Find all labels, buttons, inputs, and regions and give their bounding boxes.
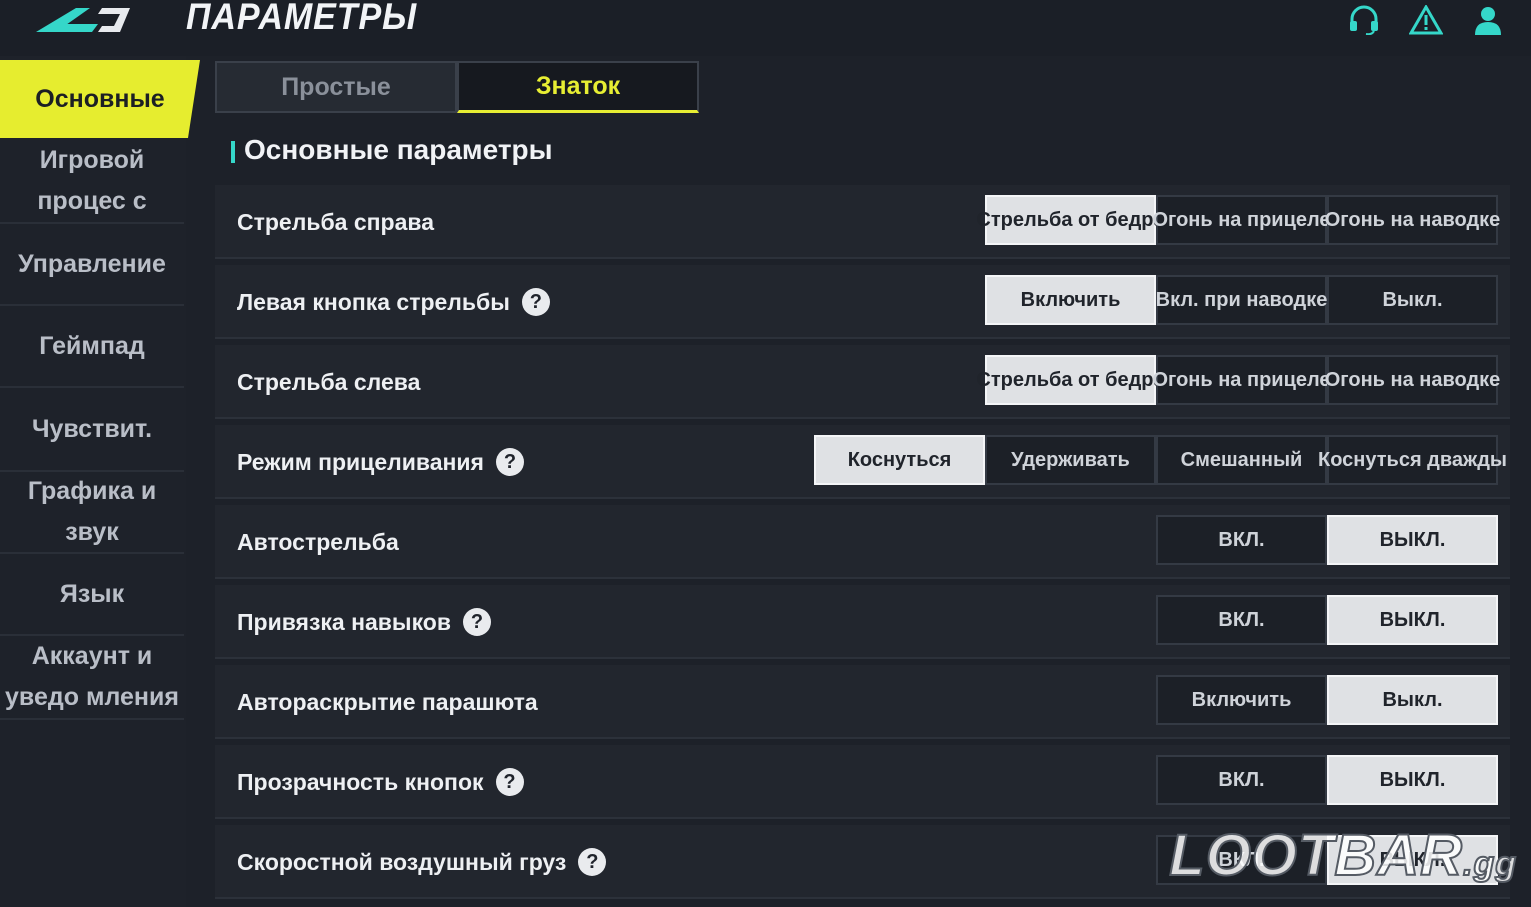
- section-marker: [231, 141, 235, 163]
- option-button[interactable]: Смешанный: [1156, 435, 1327, 485]
- help-icon[interactable]: ?: [495, 448, 524, 476]
- setting-label-text: Скоростной воздушный груз: [237, 848, 567, 875]
- option-button[interactable]: ВКЛ.: [1156, 595, 1327, 645]
- option-button[interactable]: Включить: [985, 275, 1156, 325]
- setting-label-text: Прозрачность кнопок: [237, 768, 484, 795]
- sidebar-item-label: Язык: [59, 579, 125, 608]
- sidebar-item-label: Графика и звук: [27, 477, 157, 546]
- setting-label: Автострельба: [237, 505, 399, 579]
- option-button[interactable]: Стрельба от бедра: [976, 195, 1165, 245]
- sidebar-item-label: Аккаунт и уведо мления: [5, 642, 179, 711]
- headset-icon[interactable]: [1345, 2, 1383, 38]
- setting-label: Режим прицеливания?: [237, 425, 524, 499]
- option-button[interactable]: Огонь на прицеле: [1152, 355, 1331, 405]
- option-button[interactable]: Выкл.: [1327, 675, 1498, 725]
- setting-row: Автострельба ВКЛ. ВЫКЛ.: [215, 505, 1510, 579]
- setting-label-text: Привязка навыков: [237, 608, 451, 635]
- option-group: ВКЛ. ВЫКЛ.: [1156, 595, 1498, 645]
- setting-row: Автораскрытие парашюта Включить Выкл.: [215, 665, 1510, 739]
- sidebar-item-controls[interactable]: Управление: [0, 224, 184, 306]
- option-group: ВКЛ. ВЫКЛ.: [1156, 755, 1498, 805]
- sidebar-item-language[interactable]: Язык: [0, 554, 184, 636]
- top-bar: ПАРАМЕТРЫ: [0, 0, 1531, 56]
- setting-label-text: Автораскрытие парашюта: [237, 688, 538, 715]
- option-button[interactable]: Коснуться дважды: [1318, 435, 1507, 485]
- setting-label: Левая кнопка стрельбы?: [237, 265, 550, 339]
- section-title: Основные параметры: [244, 134, 553, 165]
- sidebar-item-account[interactable]: Аккаунт и уведо мления: [0, 636, 184, 720]
- setting-row: Стрельба справа Стрельба от бедра Огонь на…: [215, 185, 1510, 259]
- tab-expert[interactable]: Знаток: [457, 61, 699, 113]
- option-group: Стрельба от бедра Огонь на прицеле Огонь н…: [976, 355, 1500, 405]
- tab-simple[interactable]: Простые: [215, 61, 457, 113]
- help-icon[interactable]: ?: [578, 848, 607, 876]
- option-button[interactable]: ВЫКЛ.: [1327, 515, 1498, 565]
- setting-label: Стрельба слева: [237, 345, 420, 419]
- sidebar-item-general[interactable]: Основные: [0, 60, 200, 138]
- option-button[interactable]: Коснуться: [814, 435, 985, 485]
- sidebar: Основные Игровой процес с Управление Гей…: [0, 56, 200, 907]
- page-title: ПАРАМЕТРЫ: [186, 0, 418, 37]
- sidebar-item-label: Основные: [35, 84, 165, 113]
- option-button[interactable]: Огонь на наводке: [1325, 355, 1500, 405]
- help-icon[interactable]: ?: [462, 608, 491, 636]
- setting-row: Стрельба слева Стрельба от бедра Огонь на …: [215, 345, 1510, 419]
- option-button[interactable]: ВКЛ.: [1156, 755, 1327, 805]
- option-group: Коснуться Удерживать Смешанный Коснуться дв…: [814, 435, 1507, 485]
- option-button[interactable]: Выкл.: [1327, 275, 1498, 325]
- setting-label: Стрельба справа: [237, 185, 434, 259]
- option-button[interactable]: Включить: [1156, 675, 1327, 725]
- sidebar-item-label: Чувствит.: [31, 414, 153, 443]
- sidebar-item-label: Геймпад: [39, 331, 145, 360]
- setting-row: Привязка навыков? ВКЛ. ВЫКЛ.: [215, 585, 1510, 659]
- option-button[interactable]: Вкл. при наводке: [1156, 275, 1327, 325]
- user-icon[interactable]: [1469, 2, 1507, 38]
- sidebar-item-graphics-sound[interactable]: Графика и звук: [0, 472, 184, 554]
- setting-row: Левая кнопка стрельбы? Включить Вкл. при н…: [215, 265, 1510, 339]
- option-button[interactable]: ВКЛ.: [1156, 515, 1327, 565]
- setting-label: Привязка навыков?: [237, 585, 491, 659]
- game-logo: [36, 8, 130, 32]
- option-group: Стрельба от бедра Огонь на прицеле Огонь н…: [976, 195, 1500, 245]
- setting-row: Режим прицеливания? Коснуться Удерживать См…: [215, 425, 1510, 499]
- sidebar-item-gamepad[interactable]: Геймпад: [0, 306, 184, 388]
- option-button[interactable]: ВЫКЛ.: [1327, 755, 1498, 805]
- setting-label-text: Режим прицеливания: [237, 448, 484, 475]
- setting-label: Прозрачность кнопок?: [237, 745, 524, 819]
- setting-label-text: Левая кнопка стрельбы: [237, 288, 510, 315]
- setting-row: Прозрачность кнопок? ВКЛ. ВЫКЛ.: [215, 745, 1510, 819]
- option-group: Включить Выкл.: [1156, 675, 1498, 725]
- setting-label-text: Стрельба справа: [237, 208, 435, 235]
- setting-label: Скоростной воздушный груз?: [237, 825, 607, 899]
- sidebar-item-label: Управление: [18, 249, 166, 278]
- help-icon[interactable]: ?: [521, 288, 550, 316]
- option-button[interactable]: Стрельба от бедра: [976, 355, 1165, 405]
- watermark-logo: LOOTBAR.gg: [1168, 822, 1517, 889]
- sidebar-item-label: Игровой процес с: [37, 146, 147, 215]
- sidebar-item-sensitivity[interactable]: Чувствит.: [0, 388, 184, 472]
- option-group: Включить Вкл. при наводке Выкл.: [985, 275, 1498, 325]
- option-group: ВКЛ. ВЫКЛ.: [1156, 515, 1498, 565]
- warning-icon[interactable]: [1407, 2, 1445, 38]
- setting-label-text: Стрельба слева: [237, 368, 421, 395]
- setting-label-text: Автострельба: [237, 528, 399, 555]
- option-button[interactable]: Огонь на прицеле: [1152, 195, 1331, 245]
- setting-label: Автораскрытие парашюта: [237, 665, 538, 739]
- settings-tabs: Простые Знаток: [215, 61, 699, 113]
- option-button[interactable]: Огонь на наводке: [1325, 195, 1500, 245]
- option-button[interactable]: Удерживать: [985, 435, 1156, 485]
- help-icon[interactable]: ?: [495, 768, 524, 796]
- sidebar-item-gameplay[interactable]: Игровой процес с: [0, 140, 184, 224]
- option-button[interactable]: ВЫКЛ.: [1327, 595, 1498, 645]
